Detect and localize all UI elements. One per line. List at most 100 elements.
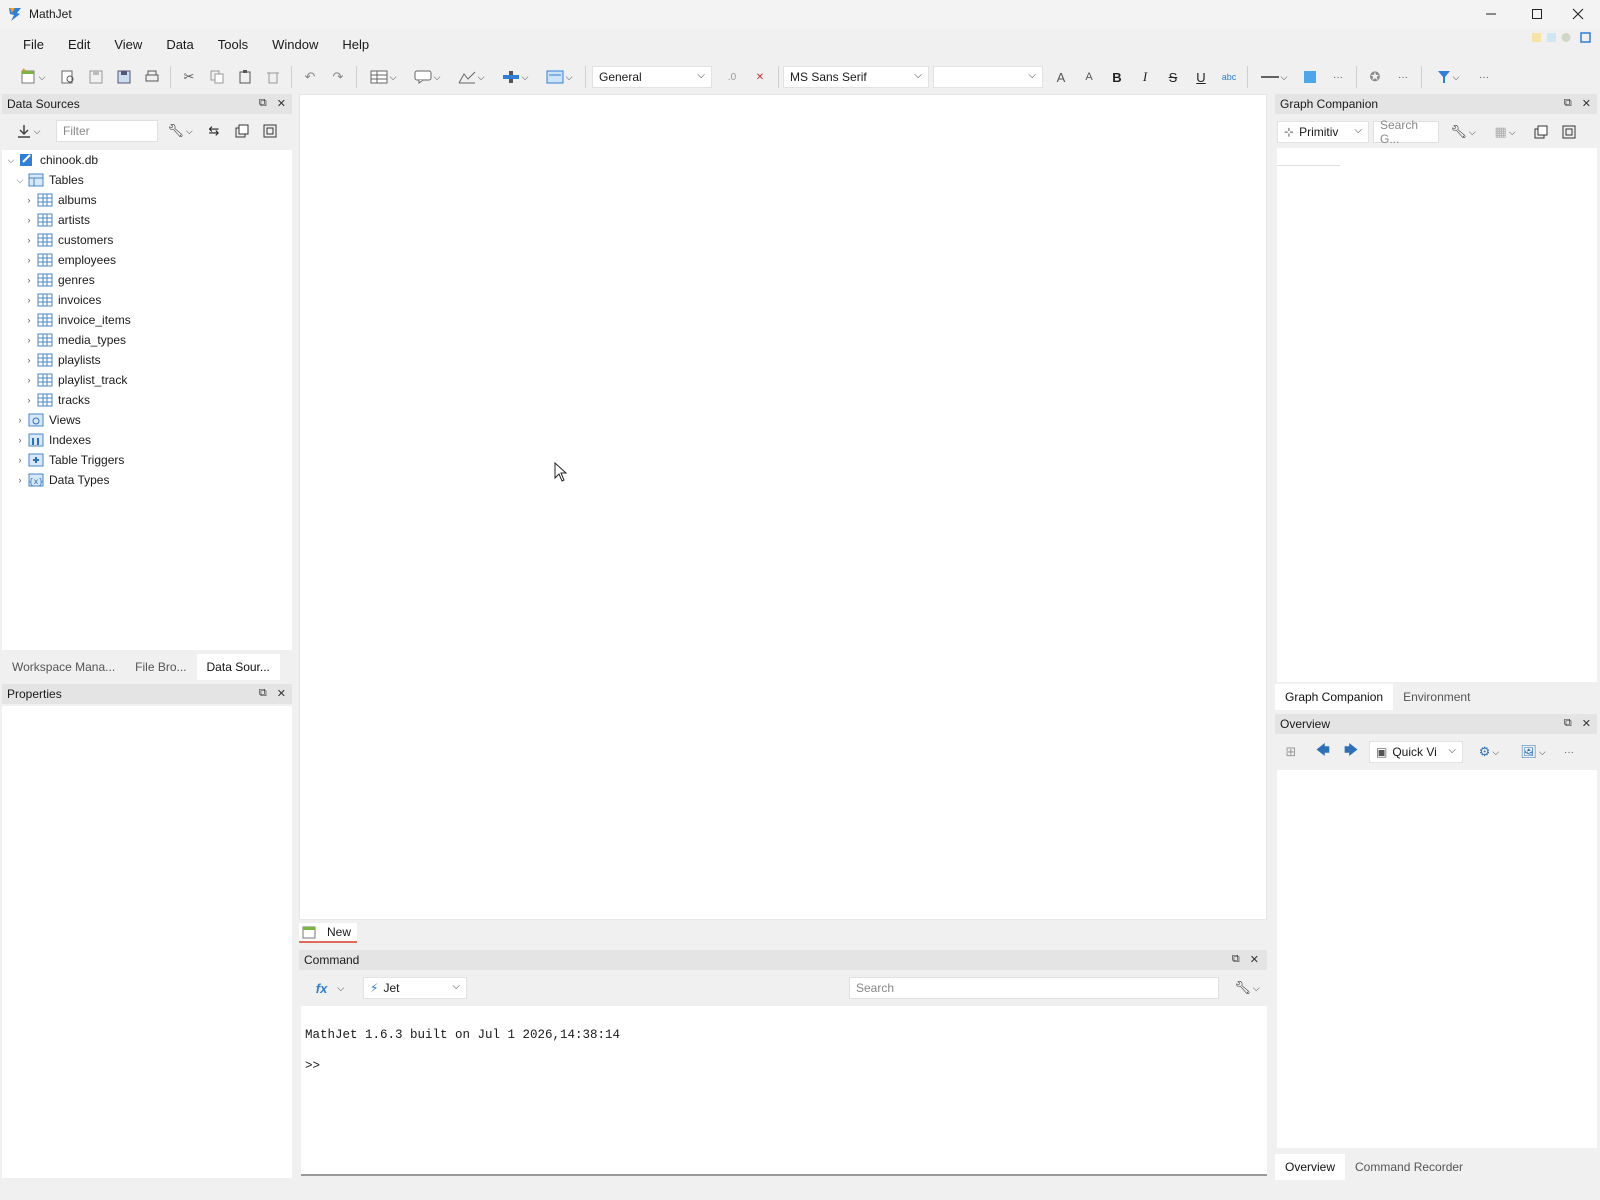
tree-table-artists[interactable]: › artists xyxy=(24,210,91,230)
filter-input[interactable]: Filter xyxy=(56,120,158,142)
graph-settings-dropdown[interactable]: 🔧︎ ⌵ xyxy=(1445,120,1481,144)
chevron-right-icon[interactable]: › xyxy=(24,255,34,265)
close-panel-icon[interactable]: ✕ xyxy=(1582,97,1591,110)
new-sheet-button[interactable]: ⌵ xyxy=(363,65,403,89)
overview-layout-button[interactable]: ⊞ xyxy=(1279,740,1303,764)
paste-button[interactable] xyxy=(233,65,257,89)
command-search-input[interactable]: Search xyxy=(849,977,1219,999)
primitive-dropdown[interactable]: ⊹ Primitiv ⌵ xyxy=(1277,121,1369,143)
menu-edit[interactable]: Edit xyxy=(57,33,101,56)
tab-overview[interactable]: Overview xyxy=(1275,1154,1346,1180)
workspace-area[interactable] xyxy=(299,94,1267,920)
font-size-dropdown[interactable]: ⌵ xyxy=(933,66,1043,88)
new-note-button[interactable]: ⌵ xyxy=(407,65,447,89)
tree-table-customers[interactable]: › customers xyxy=(24,230,114,250)
float-panel-icon[interactable]: ⧉ xyxy=(259,687,267,700)
close-window-button[interactable] xyxy=(1556,0,1600,28)
close-panel-icon[interactable]: ✕ xyxy=(277,97,286,110)
tree-table-tracks[interactable]: › tracks xyxy=(24,390,91,410)
float-panel-icon[interactable]: ⧉ xyxy=(1564,97,1572,110)
insert-button[interactable]: ⌵ xyxy=(495,65,535,89)
bold-button[interactable]: B xyxy=(1105,65,1129,89)
chevron-right-icon[interactable]: › xyxy=(24,315,34,325)
chevron-right-icon[interactable]: › xyxy=(24,215,34,225)
chevron-right-icon[interactable]: › xyxy=(15,415,25,425)
tab-data-sources[interactable]: Data Sour... xyxy=(196,654,280,680)
strikethrough-button[interactable]: S xyxy=(1161,65,1185,89)
more-tools-button[interactable]: ··· xyxy=(1391,65,1415,89)
graph-collapse-button[interactable] xyxy=(1529,120,1553,144)
chevron-right-icon[interactable]: › xyxy=(24,395,34,405)
tree-table-media-types[interactable]: › media_types xyxy=(24,330,127,350)
menu-help[interactable]: Help xyxy=(331,33,380,56)
overview-more-button[interactable]: ··· xyxy=(1557,740,1581,764)
collapse-all-button[interactable] xyxy=(230,119,254,143)
new-graph-button[interactable]: ⌵ xyxy=(451,65,491,89)
engine-dropdown[interactable]: ⚡︎ Jet ⌵ xyxy=(363,977,467,999)
menu-data[interactable]: Data xyxy=(155,33,204,56)
layout-button[interactable]: ⌵ xyxy=(539,65,579,89)
number-format-dropdown[interactable]: General ⌵ xyxy=(592,66,712,88)
minimize-button[interactable] xyxy=(1468,0,1514,28)
function-dropdown[interactable]: fx ⌵ xyxy=(303,976,357,1000)
tab-workspace-manager[interactable]: Workspace Mana... xyxy=(2,654,125,680)
increase-font-button[interactable]: A xyxy=(1049,65,1073,89)
chevron-right-icon[interactable]: › xyxy=(24,235,34,245)
chevron-right-icon[interactable]: › xyxy=(15,455,25,465)
tree-table-playlist-track[interactable]: › playlist_track xyxy=(24,370,128,390)
view-mode-dropdown[interactable]: ▦ ⌵ xyxy=(1485,120,1525,144)
redo-button[interactable]: ↷ xyxy=(326,65,350,89)
command-settings-dropdown[interactable]: 🔧︎ ⌵ xyxy=(1229,976,1265,1000)
back-button[interactable]: 🡄︎ xyxy=(1311,740,1335,764)
open-button[interactable] xyxy=(56,65,80,89)
tree-group-indexes[interactable]: › Indexes xyxy=(15,430,92,450)
chevron-down-icon[interactable]: ⌵ xyxy=(6,155,16,166)
chevron-right-icon[interactable]: › xyxy=(15,475,25,485)
command-console[interactable]: MathJet 1.6.3 built on Jul 1 2026,14:38:… xyxy=(301,1006,1267,1176)
chevron-right-icon[interactable]: › xyxy=(24,295,34,305)
theme-icons[interactable] xyxy=(1530,31,1592,43)
float-panel-icon[interactable]: ⧉ xyxy=(259,97,267,110)
chevron-right-icon[interactable]: › xyxy=(24,195,34,205)
increase-decimal-button[interactable]: .0 xyxy=(720,65,744,89)
close-panel-icon[interactable]: ✕ xyxy=(277,687,286,700)
tab-environment[interactable]: Environment xyxy=(1393,684,1480,710)
graph-expand-button[interactable] xyxy=(1557,120,1581,144)
undo-button[interactable]: ↶ xyxy=(298,65,322,89)
save-all-button[interactable] xyxy=(112,65,136,89)
underline-button[interactable]: U xyxy=(1189,65,1213,89)
mask-button[interactable]: ✪ xyxy=(1363,65,1387,89)
tree-table-invoices[interactable]: › invoices xyxy=(24,290,102,310)
delete-button[interactable] xyxy=(261,65,285,89)
overview-image-dropdown[interactable]: 🖼︎ ⌵ xyxy=(1513,740,1553,764)
forward-button[interactable]: 🡆︎ xyxy=(1339,740,1363,764)
graph-search-input[interactable]: Search G... xyxy=(1373,118,1439,146)
tab-command-recorder[interactable]: Command Recorder xyxy=(1345,1154,1473,1180)
more-format-button[interactable]: ··· xyxy=(1326,65,1350,89)
tree-group-data-types[interactable]: › {x} Data Types xyxy=(15,470,110,490)
quick-view-dropdown[interactable]: ▣ Quick Vi ⌵ xyxy=(1369,741,1463,763)
tree-group-views[interactable]: › Views xyxy=(15,410,81,430)
tree-table-invoice-items[interactable]: › invoice_items xyxy=(24,310,131,330)
menu-file[interactable]: File xyxy=(12,33,55,56)
cut-button[interactable]: ✂ xyxy=(177,65,201,89)
workbook-tab-new[interactable]: New xyxy=(299,923,358,943)
fill-color-button[interactable] xyxy=(1298,65,1322,89)
font-name-dropdown[interactable]: MS Sans Serif ⌵ xyxy=(783,66,929,88)
tree-root-chinook[interactable]: ⌵ chinook.db xyxy=(6,150,98,170)
tree-tables-folder[interactable]: ⌵ Tables xyxy=(15,170,84,190)
filter-dropdown[interactable]: ⌵ xyxy=(1428,65,1468,89)
float-panel-icon[interactable]: ⧉ xyxy=(1232,953,1240,966)
spell-check-button[interactable]: abc xyxy=(1217,65,1241,89)
import-button[interactable]: ⌵ xyxy=(8,119,48,143)
line-style-dropdown[interactable]: ⌵ xyxy=(1254,65,1294,89)
settings-dropdown[interactable]: 🔧︎ ⌵ xyxy=(162,119,198,143)
chevron-right-icon[interactable]: › xyxy=(24,355,34,365)
refresh-button[interactable]: ⇆ xyxy=(202,119,226,143)
decrease-font-button[interactable]: A xyxy=(1077,65,1101,89)
chevron-right-icon[interactable]: › xyxy=(24,275,34,285)
chevron-right-icon[interactable]: › xyxy=(24,375,34,385)
chevron-right-icon[interactable]: › xyxy=(24,335,34,345)
save-button[interactable] xyxy=(84,65,108,89)
italic-button[interactable]: I xyxy=(1133,65,1157,89)
